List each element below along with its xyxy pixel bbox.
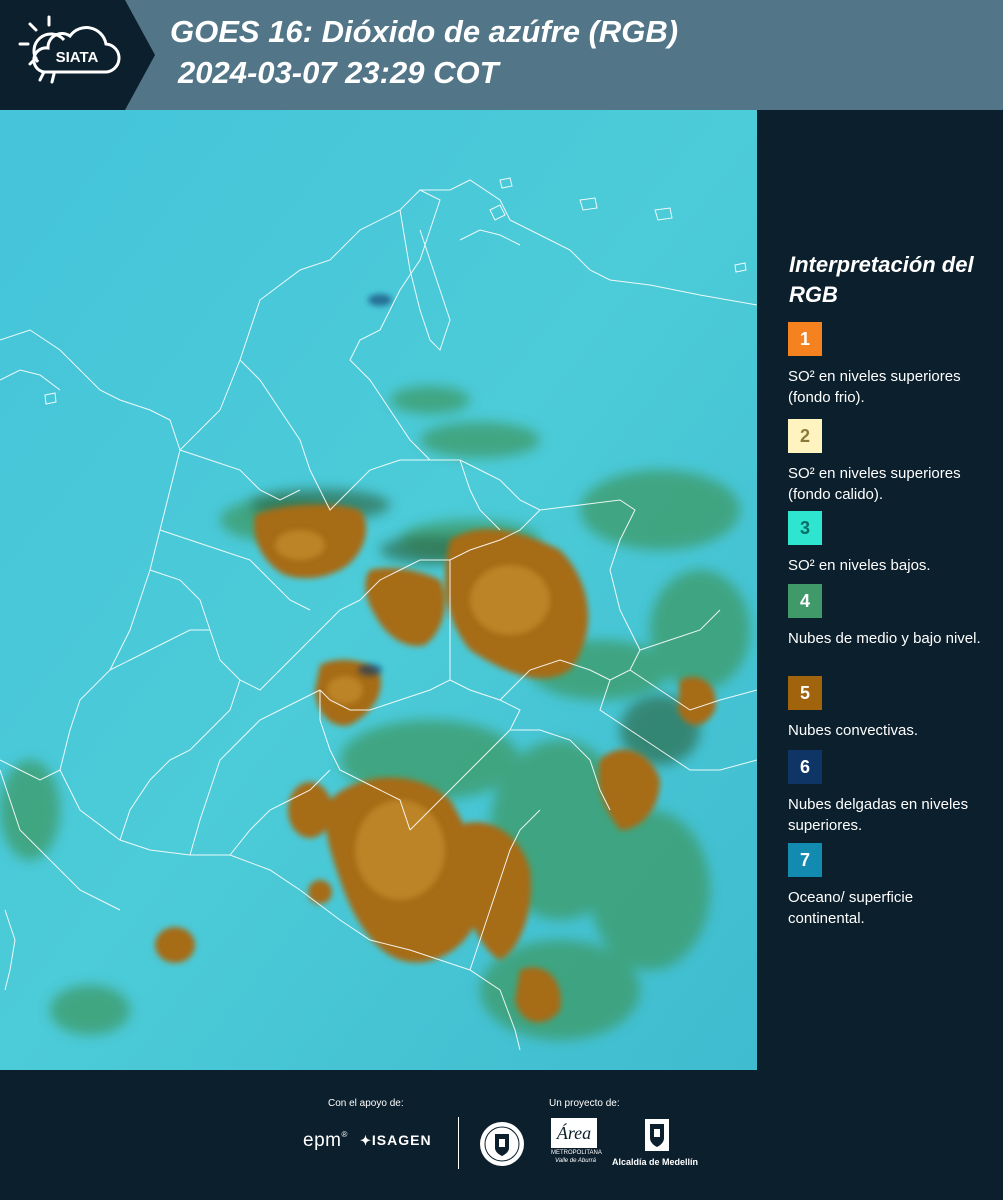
legend-swatch-2: 2	[788, 419, 822, 453]
legend-label-2: SO² en niveles superiores (fondo calido)…	[788, 465, 961, 503]
legend-label-7: Oceano/ superficie continental.	[788, 889, 914, 927]
timestamp: 2024-03-07 23:29 COT	[178, 55, 499, 90]
satellite-map[interactable]	[0, 110, 757, 1070]
legend-swatch-6: 6	[788, 750, 822, 784]
legend-swatch-5: 5	[788, 676, 822, 710]
footer: Con el apoyo de: Un proyecto de: epm® ✦I…	[0, 1070, 1003, 1200]
siata-logo[interactable]: SIATA	[0, 0, 155, 110]
legend-swatch-4: 4	[788, 584, 822, 618]
page-title: GOES 16: Dióxido de azúfre (RGB)	[170, 14, 679, 49]
legend-item-2: 2 SO² en niveles superiores (fondo calid…	[788, 419, 988, 505]
legend-panel: Interpretación del RGB 1 SO² en niveles …	[760, 110, 1003, 1070]
header-bar: SIATA GOES 16: Dióxido de azúfre (RGB) 2…	[0, 0, 1003, 110]
legend-item-5: 5 Nubes convectivas.	[788, 676, 988, 741]
area-metropolitana-logo[interactable]: Área METROPOLITANA Valle de Aburrá	[551, 1118, 602, 1170]
epm-logo[interactable]: epm®	[303, 1130, 348, 1152]
legend-item-6: 6 Nubes delgadas en niveles superiores.	[788, 750, 988, 836]
legend-item-3: 3 SO² en niveles bajos.	[788, 511, 988, 576]
legend-label-4: Nubes de medio y bajo nivel.	[788, 630, 981, 647]
isagen-mark-icon: ✦	[360, 1133, 372, 1148]
medellin-seal-icon[interactable]	[478, 1120, 526, 1173]
legend-swatch-3: 3	[788, 511, 822, 545]
legend-item-1: 1 SO² en niveles superiores (fondo frio)…	[788, 322, 988, 408]
alcaldia-medellin-logo[interactable]: Alcaldía de Medellín	[612, 1118, 704, 1170]
legend-title: Interpretación del RGB	[789, 252, 974, 307]
legend-item-4: 4 Nubes de medio y bajo nivel.	[788, 584, 988, 649]
legend-swatch-7: 7	[788, 843, 822, 877]
svg-text:SIATA: SIATA	[56, 49, 99, 66]
support-label: Con el apoyo de:	[328, 1098, 404, 1109]
coat-of-arms-icon	[645, 1119, 669, 1151]
footer-divider	[458, 1117, 459, 1169]
legend-label-3: SO² en niveles bajos.	[788, 557, 931, 574]
legend-item-7: 7 Oceano/ superficie continental.	[788, 843, 988, 929]
legend-label-6: Nubes delgadas en niveles superiores.	[788, 796, 969, 834]
project-label: Un proyecto de:	[549, 1098, 620, 1109]
legend-swatch-1: 1	[788, 322, 822, 356]
legend-label-1: SO² en niveles superiores (fondo frio).	[788, 368, 961, 406]
isagen-logo[interactable]: ✦ISAGEN	[360, 1132, 432, 1149]
legend-label-5: Nubes convectivas.	[788, 722, 919, 739]
